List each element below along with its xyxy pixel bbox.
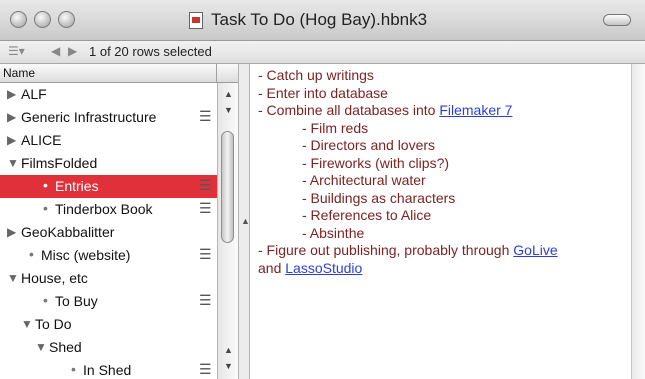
outline-row[interactable]: ▶ Generic Infrastructure ☰ bbox=[0, 106, 217, 129]
scroll-up-arrow-icon[interactable]: ▲ bbox=[224, 89, 233, 99]
row-selection-status: 1 of 20 rows selected bbox=[89, 44, 212, 59]
disclosure-expanded-icon[interactable]: ▼ bbox=[7, 271, 19, 285]
outline-rows: ▶ ALF ▶ Generic Infrastructure ☰ ▶ ALICE ▼ Films… bbox=[0, 83, 217, 379]
outline-row-label: Shed bbox=[49, 339, 82, 355]
note-line-text: - Buildings as characters bbox=[302, 189, 456, 206]
note-line: - Enter into database bbox=[258, 85, 388, 101]
note-line-text: - Enter into database bbox=[258, 84, 388, 101]
note-line: - Architectural water bbox=[302, 172, 426, 188]
note-line: - Figure out publishing, probably throug… bbox=[258, 242, 558, 258]
note-line-text: - Catch up writings bbox=[258, 67, 374, 83]
collapse-arrow-icon[interactable]: ▲ bbox=[241, 216, 250, 226]
note-line-text: - Directors and lovers bbox=[302, 137, 436, 153]
note-link[interactable]: GoLive bbox=[513, 242, 557, 258]
note-line: - Fireworks (with clips?) bbox=[302, 155, 449, 171]
note-line-text: - References to Alice bbox=[302, 207, 432, 223]
back-arrow-icon[interactable]: ◀ bbox=[51, 44, 60, 58]
outline-row[interactable]: • Entries ☰ bbox=[0, 175, 217, 198]
column-header-label: Name bbox=[3, 66, 36, 80]
outline-scrollbar[interactable]: ▲ ▼ ▲ ▼ bbox=[217, 83, 238, 379]
note-line-text: - Film reds bbox=[302, 119, 369, 136]
forward-arrow-icon[interactable]: ▶ bbox=[68, 44, 77, 58]
outline-row-label: ALF bbox=[21, 86, 47, 102]
outline-row-label: Generic Infrastructure bbox=[21, 109, 157, 125]
disclosure-collapsed-icon[interactable]: ▶ bbox=[7, 87, 16, 101]
bullet-icon: • bbox=[71, 361, 76, 377]
note-line: - Catch up writings bbox=[258, 67, 374, 83]
outline-row[interactable]: • Misc (website) ☰ bbox=[0, 244, 217, 267]
outline-row-label: Entries bbox=[55, 178, 99, 194]
outline-row[interactable]: ▼ To Do bbox=[0, 313, 217, 336]
row-menu-icon[interactable]: ☰ bbox=[199, 177, 212, 194]
bullet-icon: • bbox=[29, 246, 34, 262]
disclosure-collapsed-icon[interactable]: ▶ bbox=[7, 225, 16, 239]
outline-row-label: Misc (website) bbox=[41, 247, 131, 263]
scroll-down-arrow-icon[interactable]: ▼ bbox=[224, 105, 233, 115]
note-line: - Absinthe bbox=[302, 225, 364, 241]
note-line-text: - Fireworks (with clips?) bbox=[302, 154, 450, 171]
text-scrollbar[interactable] bbox=[631, 64, 645, 379]
disclosure-expanded-icon[interactable]: ▼ bbox=[35, 340, 47, 354]
pane-splitter[interactable]: ▲ bbox=[238, 64, 250, 379]
close-button[interactable] bbox=[10, 11, 27, 28]
toolbar: ☰▾ ◀ ▶ 1 of 20 rows selected bbox=[0, 41, 645, 64]
note-line-text: - Architectural water bbox=[302, 172, 426, 188]
bullet-icon: • bbox=[43, 177, 48, 193]
note-line: - Film reds bbox=[302, 120, 368, 136]
zoom-button[interactable] bbox=[58, 11, 75, 28]
outline-row-label: To Buy bbox=[55, 293, 98, 309]
minimize-button[interactable] bbox=[34, 11, 51, 28]
note-line: - References to Alice bbox=[302, 207, 431, 223]
scroll-up-arrow-icon[interactable]: ▲ bbox=[224, 345, 233, 355]
scroll-thumb[interactable] bbox=[221, 131, 234, 243]
toolbar-toggle-button[interactable] bbox=[603, 14, 631, 26]
disclosure-expanded-icon[interactable]: ▼ bbox=[7, 156, 19, 170]
note-line-text: - Figure out publishing, probably throug… bbox=[258, 242, 514, 258]
outline-row[interactable]: ▼ House, etc bbox=[0, 267, 217, 290]
note-line-text: - Absinthe bbox=[302, 224, 365, 241]
note-line: - Buildings as characters bbox=[302, 190, 455, 206]
outline-row[interactable]: • To Buy ☰ bbox=[0, 290, 217, 313]
outline-row-label: House, etc bbox=[21, 270, 88, 286]
disclosure-collapsed-icon[interactable]: ▶ bbox=[7, 133, 16, 147]
title-bar: Task To Do (Hog Bay).hbnk3 bbox=[0, 0, 645, 41]
outline-row[interactable]: ▼ FilmsFolded bbox=[0, 152, 217, 175]
outline-row[interactable]: ▼ Shed bbox=[0, 336, 217, 359]
note-link[interactable]: LassoStudio bbox=[285, 260, 362, 276]
note-line: - Directors and lovers bbox=[302, 137, 435, 153]
outline-row[interactable]: • In Shed ☰ bbox=[0, 359, 217, 379]
outline-row[interactable]: ▶ ALF bbox=[0, 83, 217, 106]
outline-row-label: Tinderbox Book bbox=[55, 201, 153, 217]
note-link[interactable]: Filemaker 7 bbox=[439, 102, 512, 118]
note-line-text: and bbox=[258, 259, 286, 276]
outline-row-label: ALICE bbox=[21, 132, 62, 148]
row-menu-icon[interactable]: ☰ bbox=[199, 200, 212, 217]
row-menu-icon[interactable]: ☰ bbox=[199, 108, 212, 125]
outline-row[interactable]: • Tinderbox Book ☰ bbox=[0, 198, 217, 221]
outline-row-label: In Shed bbox=[83, 362, 132, 378]
row-menu-icon[interactable]: ☰ bbox=[199, 292, 212, 309]
outline-row[interactable]: ▶ ALICE bbox=[0, 129, 217, 152]
scroll-down-arrow-icon[interactable]: ▼ bbox=[224, 361, 233, 371]
outline-panel: Name ▶ ALF ▶ Generic Infrastructure ☰ ▶ ALICE ▼… bbox=[0, 64, 238, 379]
row-menu-icon[interactable]: ☰ bbox=[199, 361, 212, 378]
outline-row[interactable]: ▶ GeoKabbalitter bbox=[0, 221, 217, 244]
outline-row-label: FilmsFolded bbox=[21, 155, 98, 171]
column-divider bbox=[216, 64, 217, 82]
row-menu-icon[interactable]: ☰ bbox=[199, 246, 212, 263]
view-options-icon[interactable]: ☰▾ bbox=[8, 44, 25, 58]
bullet-icon: • bbox=[43, 200, 48, 216]
note-text-area[interactable]: - Catch up writings - Enter into database… bbox=[251, 64, 631, 379]
window-title: Task To Do (Hog Bay).hbnk3 bbox=[211, 10, 428, 29]
note-line-text: - Combine all databases into bbox=[258, 102, 440, 118]
document-icon bbox=[189, 12, 203, 29]
column-header[interactable]: Name bbox=[0, 64, 238, 83]
outline-row-label: GeoKabbalitter bbox=[21, 224, 115, 240]
disclosure-collapsed-icon[interactable]: ▶ bbox=[7, 110, 16, 124]
note-line: - Combine all databases into Filemaker 7 bbox=[258, 102, 512, 118]
bullet-icon: • bbox=[43, 292, 48, 308]
outline-row-label: To Do bbox=[35, 316, 72, 332]
disclosure-expanded-icon[interactable]: ▼ bbox=[21, 317, 33, 331]
note-line: and LassoStudio bbox=[258, 260, 362, 276]
